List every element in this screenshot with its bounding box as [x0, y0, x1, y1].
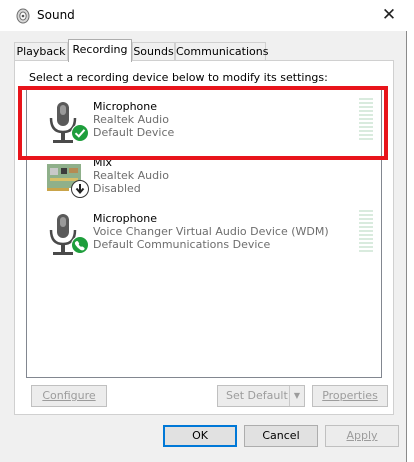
sound-dialog: Sound ✕ Playback Recording Sounds Commun…: [0, 0, 407, 462]
close-icon: ✕: [381, 5, 397, 25]
device-status: Default Device: [93, 126, 175, 139]
device-driver: Realtek Audio: [93, 169, 169, 182]
device-name: Mix: [93, 156, 113, 169]
properties-button[interactable]: Properties: [312, 385, 388, 407]
phone-badge-icon: [71, 236, 89, 254]
configure-button[interactable]: Configure: [31, 385, 107, 407]
tab-recording[interactable]: Recording: [68, 39, 132, 62]
level-meter: [359, 210, 373, 254]
recording-device-list[interactable]: Microphone Realtek Audio Default Device: [26, 88, 382, 378]
list-item-device[interactable]: Microphone Realtek Audio Default Device: [27, 94, 381, 150]
device-name: Microphone: [93, 100, 158, 113]
speaker-icon: [16, 8, 30, 24]
set-default-button[interactable]: Set Default ▼: [217, 385, 305, 407]
apply-label: Apply: [346, 429, 378, 442]
close-button[interactable]: ✕: [374, 0, 404, 31]
down-arrow-badge-icon: [71, 180, 89, 198]
cancel-button[interactable]: Cancel: [244, 425, 318, 447]
device-driver: Realtek Audio: [93, 113, 169, 126]
level-meter: [359, 98, 373, 142]
ok-button[interactable]: OK: [163, 425, 237, 447]
tab-playback[interactable]: Playback: [14, 42, 68, 61]
chevron-down-icon[interactable]: ▼: [289, 386, 304, 406]
device-status: Default Communications Device: [93, 238, 271, 251]
device-status: Disabled: [93, 182, 141, 195]
apply-button[interactable]: Apply: [325, 425, 399, 447]
tab-sounds[interactable]: Sounds: [132, 42, 175, 61]
list-item-device[interactable]: Microphone Voice Changer Virtual Audio D…: [27, 206, 381, 262]
properties-label: Properties: [322, 389, 378, 402]
recording-tab-panel: Select a recording device below to modif…: [14, 60, 394, 415]
window-title: Sound: [37, 8, 75, 22]
check-badge-icon: [71, 124, 89, 142]
device-driver: Voice Changer Virtual Audio Device (WDM): [93, 225, 329, 238]
tab-communications[interactable]: Communications: [175, 42, 268, 61]
device-name: Microphone: [93, 212, 158, 225]
instruction-text: Select a recording device below to modif…: [29, 71, 328, 84]
configure-label: Configure: [42, 389, 96, 402]
list-item-device[interactable]: Mix Realtek Audio Disabled: [27, 150, 381, 206]
set-default-label: Set Default: [226, 389, 288, 402]
title-bar[interactable]: Sound ✕: [0, 0, 407, 31]
